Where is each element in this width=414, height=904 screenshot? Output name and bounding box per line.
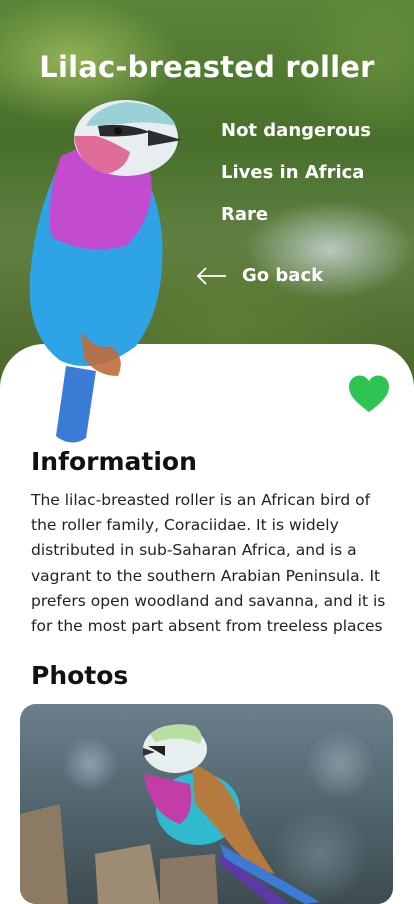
go-back-button[interactable]: Go back bbox=[196, 265, 323, 286]
go-back-label: Go back bbox=[242, 265, 324, 286]
photos-heading: Photos bbox=[31, 661, 129, 690]
arrow-left-icon bbox=[196, 266, 226, 285]
information-text: The lilac-breasted roller is an African … bbox=[31, 491, 386, 636]
information-heading: Information bbox=[31, 447, 197, 476]
photo-image bbox=[20, 724, 320, 904]
fact-item: Lives in Africa bbox=[221, 162, 365, 183]
fact-item: Not dangerous bbox=[221, 120, 372, 141]
fact-item: Rare bbox=[221, 204, 269, 225]
heart-icon[interactable] bbox=[347, 374, 391, 414]
photo-card[interactable] bbox=[20, 704, 393, 904]
facts-list: Not dangerous Lives in Africa Rare bbox=[221, 120, 371, 246]
page-title: Lilac-breasted roller bbox=[39, 50, 375, 84]
bird-illustration bbox=[29, 100, 182, 443]
